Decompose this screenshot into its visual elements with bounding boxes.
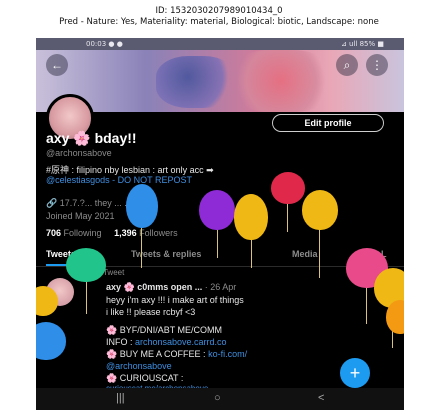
- more-icon[interactable]: ⋮: [366, 54, 388, 76]
- banner-art-right: [226, 50, 336, 112]
- follow-counts: 706 Following 1,396 Followers: [46, 228, 178, 238]
- tweet-line-2: i like !! please rcbyf <3: [106, 307, 196, 317]
- tweet-line-3: 🌸 BYF/DNI/ABT ME/COMM: [106, 325, 223, 335]
- balloon-string: [319, 228, 320, 278]
- profile-name: axy 🌸 bday!!: [46, 130, 137, 146]
- tweet-date: · 26 Apr: [204, 282, 237, 292]
- tweet-line-4: INFO : archonsabove.carrd.co: [106, 337, 227, 347]
- caption-prediction: Pred - Nature: Yes, Materiality: materia…: [59, 17, 379, 27]
- followers-count[interactable]: 1,396: [114, 228, 137, 238]
- bio-line-2[interactable]: @celestiasgods - DO NOT REPOST: [46, 175, 192, 185]
- green-balloon: [66, 248, 106, 282]
- tweet-line-1: heyy i'm axy !!! i make art of things: [106, 295, 244, 305]
- gold-balloon: [302, 190, 338, 230]
- balloon-string: [287, 202, 288, 232]
- status-time: 00:03 ● ●: [86, 40, 123, 48]
- caption-id: ID: 1532030207989010434_0: [155, 6, 283, 16]
- status-bar: 00:03 ● ● ⊿ ull 85% ■: [36, 38, 404, 50]
- tweet-info-label: INFO :: [106, 337, 133, 347]
- back-arrow-icon[interactable]: ←: [46, 54, 68, 76]
- android-nav-bar: ||| ○ <: [36, 388, 404, 410]
- tweet-kofi-link[interactable]: ko-fi.com/: [208, 349, 247, 359]
- image-caption: ID: 1532030207989010434_0 Pred - Nature:…: [0, 6, 438, 28]
- tweet-header: axy 🌸 c0mms open ... · 26 Apr: [106, 282, 236, 293]
- purple-balloon: [199, 190, 235, 230]
- status-right: ⊿ ull 85% ■: [340, 40, 384, 48]
- blue-balloon: [126, 184, 158, 228]
- tweet-coffee-label: 🌸 BUY ME A COFFEE :: [106, 349, 206, 359]
- balloon-string: [217, 228, 218, 258]
- balloon-string: [251, 238, 252, 268]
- balloon-string: [366, 284, 367, 324]
- blue-balloon: [36, 322, 66, 360]
- following-count[interactable]: 706: [46, 228, 61, 238]
- joined-date: Joined May 2021: [46, 211, 115, 221]
- banner-art-left: [156, 56, 236, 108]
- tweet-author[interactable]: axy 🌸 c0mms open ...: [106, 282, 202, 292]
- balloon-string: [141, 228, 142, 268]
- tweet-line-5: 🌸 BUY ME A COFFEE : ko-fi.com/: [106, 349, 247, 360]
- profile-handle: @archonsabove: [46, 148, 112, 158]
- orange-balloon: [386, 300, 404, 334]
- compose-button[interactable]: +: [340, 358, 370, 388]
- tweet-carrd-link[interactable]: archonsabove.carrd.co: [135, 337, 227, 347]
- edit-profile-button[interactable]: Edit profile: [272, 114, 384, 132]
- followers-label[interactable]: Followers: [139, 228, 178, 238]
- following-label[interactable]: Following: [64, 228, 102, 238]
- recents-icon[interactable]: |||: [116, 392, 125, 404]
- back-icon[interactable]: <: [318, 392, 324, 404]
- home-icon[interactable]: ○: [214, 392, 221, 404]
- phone-screen: 00:03 ● ● ⊿ ull 85% ■ ← ⌕ ⋮ Edit profile…: [36, 38, 404, 410]
- tweet-mention[interactable]: @archonsabove: [106, 361, 172, 371]
- tweet-line-7: 🌸 CURIOUSCAT :: [106, 373, 184, 383]
- red-balloon: [271, 172, 305, 204]
- tab-media[interactable]: Media: [292, 249, 318, 259]
- gold-balloon: [234, 194, 268, 240]
- search-icon[interactable]: ⌕: [336, 54, 358, 76]
